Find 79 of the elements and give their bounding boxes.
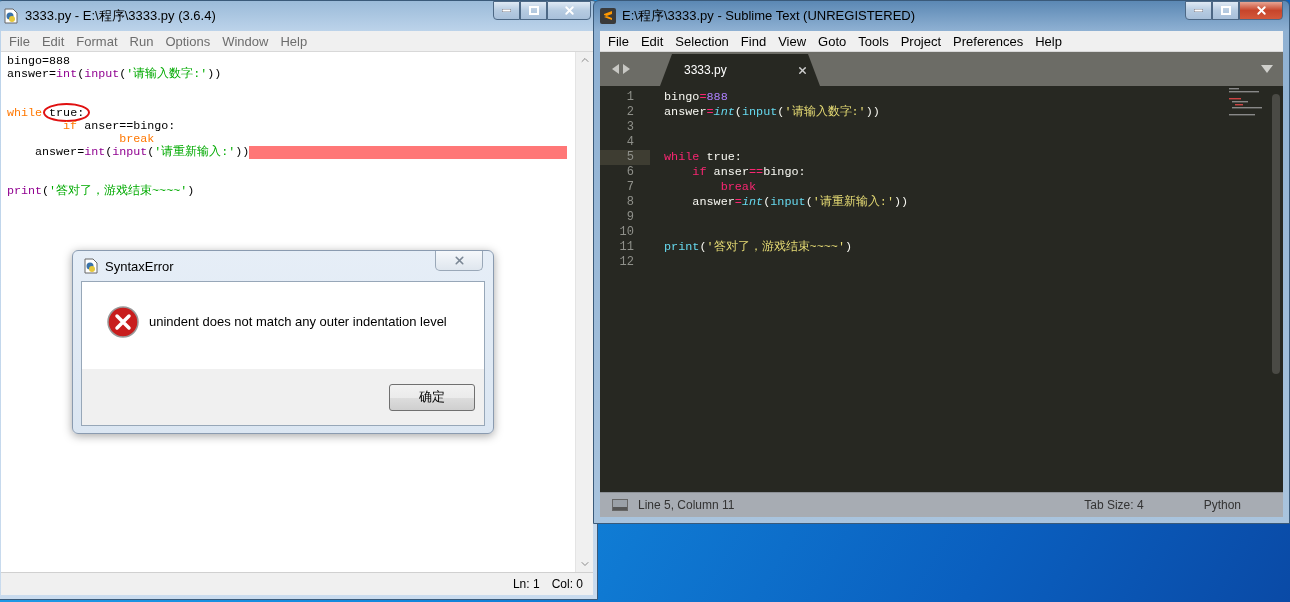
line-number: 8	[625, 195, 635, 210]
close-icon	[1254, 4, 1268, 17]
code-line: break	[118, 133, 155, 146]
menu-item[interactable]: Find	[734, 33, 773, 49]
menu-item[interactable]: Help	[274, 33, 314, 49]
menu-item[interactable]: Edit	[634, 33, 670, 49]
maximize-icon	[1220, 6, 1231, 15]
line-number: 7	[625, 180, 635, 195]
line-number: 5	[600, 150, 650, 165]
menu-item[interactable]: Tools	[852, 33, 895, 49]
line-number: 11	[618, 240, 635, 255]
menu-item[interactable]: Window	[216, 33, 275, 49]
line-number: 2	[625, 105, 635, 120]
right-arrow-icon[interactable]	[623, 64, 630, 74]
menu-item[interactable]: Selection	[669, 33, 735, 49]
python-file-icon	[83, 258, 99, 274]
menu-item[interactable]: Format	[70, 33, 124, 49]
line-number: 9	[625, 210, 635, 225]
minimize-button[interactable]	[493, 1, 520, 20]
minimize-icon	[1194, 9, 1203, 12]
code-line: print('答对了，游戏结束~~~~')	[7, 185, 195, 198]
menu-item[interactable]: Edit	[35, 33, 71, 49]
syntax-label[interactable]: Python	[1203, 498, 1241, 512]
code-line: answer=int(input('请输入数字:'))	[7, 68, 222, 81]
menu-item[interactable]: Project	[894, 33, 948, 49]
code-line: if anser==bingo:	[691, 165, 806, 180]
line-number: 10	[618, 225, 635, 240]
cursor-position: Line 5, Column 11	[638, 498, 735, 512]
minimap-drawing	[1229, 88, 1263, 118]
maximize-icon	[528, 6, 539, 15]
minimize-icon	[502, 9, 511, 12]
status-text: Ln: 1	[512, 577, 540, 591]
code-line: if anser==bingo:	[62, 120, 176, 133]
maximize-button[interactable]	[1212, 1, 1239, 20]
app-logo-icon	[600, 8, 616, 24]
menu-item[interactable]: Options	[159, 33, 217, 49]
file-tab[interactable]: 3333.py	[660, 54, 820, 86]
menu-item[interactable]: Goto	[812, 33, 853, 49]
code-line: answer=int(input('请重新输入:'))	[34, 146, 250, 159]
maximize-button[interactable]	[520, 1, 547, 20]
window-title: 3333.py - E:\程序\3333.py (3.6.4)	[25, 7, 216, 25]
line-number: 6	[625, 165, 635, 180]
status-text: Col: 0	[551, 577, 583, 591]
error-icon	[107, 305, 139, 338]
menu-item[interactable]: Help	[1029, 33, 1068, 49]
code-line: break	[719, 180, 757, 195]
menu-item[interactable]: Run	[123, 33, 160, 49]
panel-icon[interactable]	[612, 499, 628, 511]
menu-item[interactable]: View	[772, 33, 813, 49]
dialog-title: SyntaxError	[105, 258, 174, 274]
code-line: answer=int(input('请重新输入:'))	[691, 195, 909, 210]
line-number: 12	[618, 255, 635, 270]
close-button[interactable]	[547, 1, 591, 20]
line-number: 1	[625, 90, 635, 105]
menu-item[interactable]: File	[3, 33, 36, 49]
close-button[interactable]	[1239, 1, 1283, 20]
close-button[interactable]	[435, 251, 483, 271]
minimize-button[interactable]	[1185, 1, 1212, 20]
code-line: bingo=888	[7, 55, 71, 68]
error-message: unindent does not match any outer indentation level	[149, 314, 447, 329]
close-icon	[452, 254, 466, 267]
left-arrow-icon[interactable]	[612, 64, 619, 74]
code-line: while true:	[7, 107, 85, 120]
close-icon	[562, 4, 576, 17]
code-line: print('答对了，游戏结束~~~~')	[664, 240, 853, 255]
menu-item[interactable]: Preferences	[947, 33, 1030, 49]
window-title: E:\程序\3333.py - Sublime Text (UNREGISTERED)	[622, 7, 916, 25]
tab-size[interactable]: Tab Size: 4	[1084, 498, 1144, 512]
ok-button[interactable]: 确定	[389, 383, 475, 411]
close-icon[interactable]	[797, 64, 808, 76]
menu-item[interactable]: File	[602, 33, 635, 49]
line-number: 4	[625, 135, 635, 150]
dropdown-icon[interactable]	[1261, 65, 1273, 73]
code-line: answer=int(input('请输入数字:'))	[664, 105, 880, 120]
code-line: while true:	[664, 150, 742, 165]
scrollbar[interactable]	[1272, 94, 1280, 374]
python-file-icon	[3, 8, 19, 24]
line-number: 3	[625, 120, 635, 135]
code-line: bingo=888	[664, 90, 728, 105]
